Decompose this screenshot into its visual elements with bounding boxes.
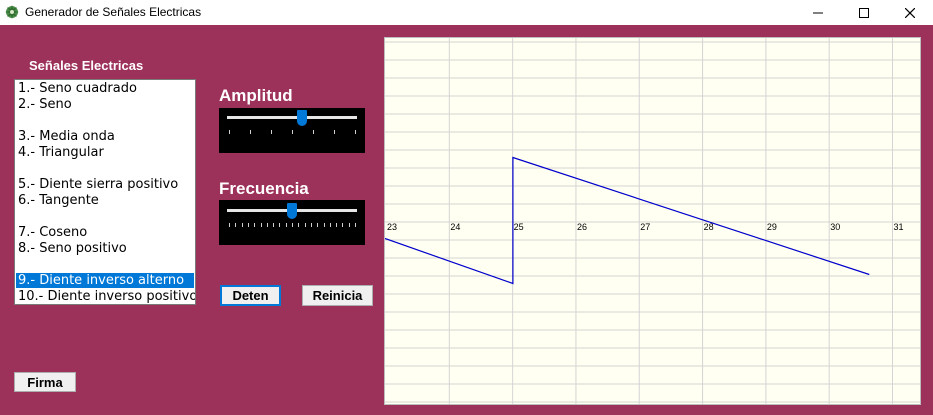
slider-tick	[254, 223, 256, 227]
slider-tick	[323, 223, 325, 227]
maximize-button[interactable]	[841, 0, 887, 25]
x-tick-label: 23	[387, 222, 397, 232]
list-item[interactable]: 5.- Diente sierra positivo	[17, 177, 178, 192]
close-icon	[905, 7, 915, 18]
signal-plot: 23 24 25 26 27 28 29 30 31	[385, 38, 920, 404]
slider-tick	[298, 223, 300, 227]
list-item[interactable]: 10.- Diente inverso positivo	[17, 289, 195, 304]
x-tick-label: 30	[830, 222, 840, 232]
list-item[interactable]	[17, 161, 18, 176]
signal-trace	[385, 156, 870, 285]
slider-tick	[304, 223, 306, 227]
slider-tick	[334, 130, 335, 134]
list-item[interactable]: 6.- Tangente	[17, 193, 99, 208]
slider-tick	[235, 223, 237, 227]
frequency-label: Frecuencia	[219, 179, 309, 198]
x-tick-label: 26	[577, 222, 587, 232]
slider-tick	[266, 223, 268, 227]
minimize-button[interactable]	[795, 0, 841, 25]
list-item[interactable]: 8.- Seno positivo	[17, 241, 127, 256]
slider-tick	[292, 223, 293, 227]
reset-button[interactable]: Reinicia	[302, 285, 373, 306]
slider-tick	[342, 223, 344, 227]
slider-thumb[interactable]	[297, 110, 308, 126]
slider-tick	[271, 130, 272, 134]
frequency-slider[interactable]	[219, 200, 365, 245]
close-button[interactable]	[887, 0, 933, 25]
slider-thumb[interactable]	[287, 203, 297, 219]
slider-tick	[241, 223, 243, 227]
amplitude-track	[227, 116, 357, 119]
list-item[interactable]: 4.- Triangular	[17, 145, 104, 160]
slider-tick	[247, 223, 249, 227]
slider-tick	[355, 130, 356, 134]
x-tick-label: 29	[767, 222, 777, 232]
list-item[interactable]: 1.- Seno cuadrado	[17, 81, 137, 96]
list-item[interactable]: 7.- Coseno	[17, 225, 87, 240]
list-item[interactable]	[17, 113, 18, 128]
amplitude-label: Amplitud	[219, 86, 293, 105]
list-item[interactable]: 9.- Diente inverso alterno	[16, 273, 194, 288]
x-tick-label: 24	[450, 222, 460, 232]
slider-tick	[329, 223, 331, 227]
stop-button[interactable]: Deten	[220, 285, 281, 306]
signal-chart: 23 24 25 26 27 28 29 30 31	[384, 37, 921, 405]
slider-tick	[260, 223, 262, 227]
slider-tick	[229, 223, 230, 227]
slider-tick	[229, 130, 230, 134]
sign-button[interactable]: Firma	[14, 372, 76, 392]
slider-tick	[279, 223, 281, 227]
maximize-icon	[859, 7, 869, 18]
slider-tick	[285, 223, 287, 227]
list-item[interactable]: 3.- Media onda	[17, 129, 115, 144]
slider-tick	[292, 130, 293, 134]
list-item[interactable]	[17, 257, 18, 272]
x-tick-label: 27	[640, 222, 650, 232]
slider-tick	[250, 130, 251, 134]
title-bar: Generador de Señales Electricas	[0, 0, 933, 25]
slider-tick	[310, 223, 312, 227]
slider-tick	[348, 223, 350, 227]
x-tick-label: 31	[894, 222, 904, 232]
signal-listbox[interactable]: 1.- Seno cuadrado 2.- Seno 3.- Media onda 4…	[14, 79, 196, 305]
window-title: Generador de Señales Electricas	[25, 5, 202, 19]
list-item[interactable]: 2.- Seno	[17, 97, 72, 112]
app-icon	[5, 5, 19, 19]
slider-tick	[317, 223, 319, 227]
list-item[interactable]	[17, 209, 18, 224]
x-tick-label: 25	[514, 222, 524, 232]
slider-tick	[355, 223, 356, 227]
minimize-icon	[813, 12, 823, 13]
signals-heading: Señales Electricas	[29, 58, 144, 73]
amplitude-slider[interactable]	[219, 108, 365, 153]
slider-tick	[313, 130, 314, 134]
slider-tick	[336, 223, 338, 227]
slider-tick	[273, 223, 275, 227]
